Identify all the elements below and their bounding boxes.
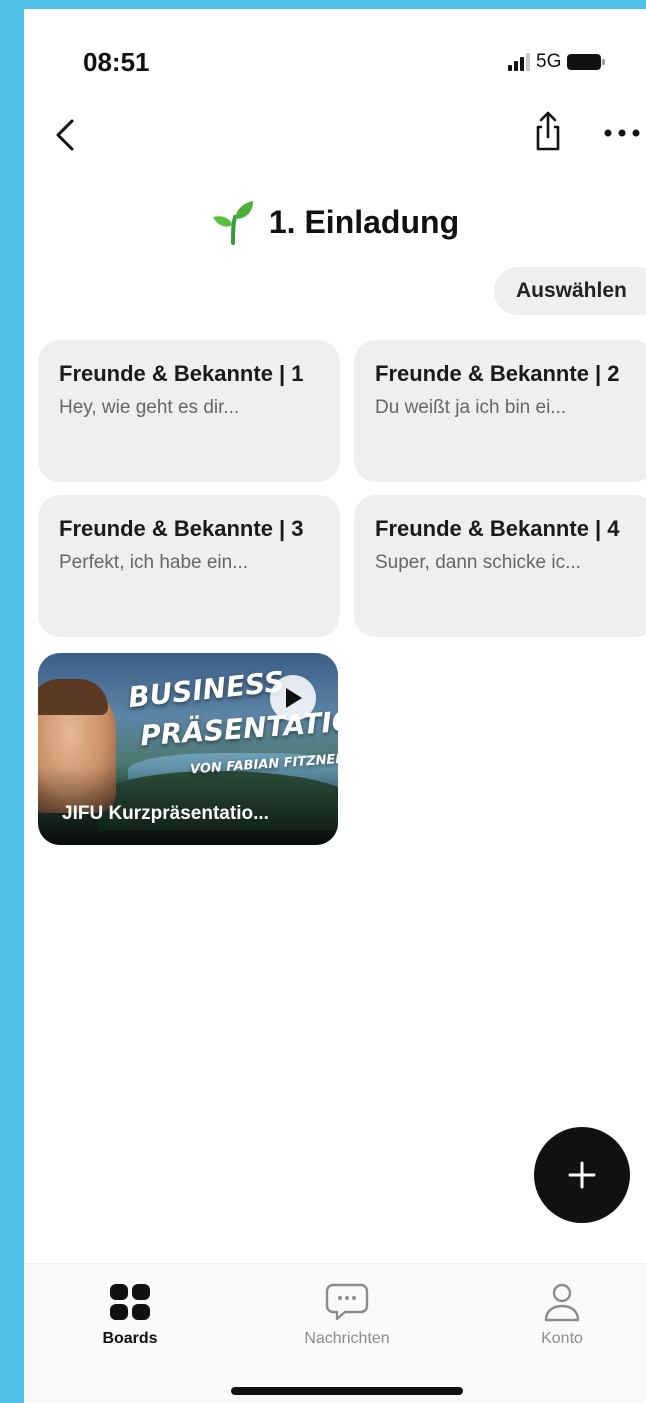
play-button[interactable]	[270, 675, 316, 721]
status-indicators: 5G	[508, 49, 606, 75]
back-button[interactable]	[50, 113, 86, 157]
thumbnail-text-line1: BUSINESS	[126, 664, 286, 715]
app-screen: 08:51 5G 1. Einladung Auswählen Freunde …	[24, 9, 646, 1403]
select-button[interactable]: Auswählen	[494, 267, 646, 315]
tab-messages-label: Nachrichten	[304, 1330, 390, 1347]
add-button[interactable]	[534, 1127, 630, 1223]
card-title: Freunde & Bekannte | 2	[375, 361, 620, 386]
card-preview: Super, dann schicke ic...	[375, 552, 581, 573]
board-card[interactable]: Freunde & Bekannte | 4 Super, dann schic…	[354, 495, 646, 637]
tab-boards[interactable]: Boards	[50, 1282, 210, 1348]
card-preview: Hey, wie geht es dir...	[59, 397, 240, 418]
person-icon	[544, 1283, 580, 1322]
share-icon	[536, 111, 560, 151]
tab-messages[interactable]: Nachrichten	[267, 1282, 427, 1348]
boards-icon	[110, 1284, 150, 1320]
more-button[interactable]	[602, 117, 642, 147]
network-label: 5G	[536, 51, 562, 72]
tab-boards-label: Boards	[102, 1330, 158, 1347]
page-title: 1. Einladung	[268, 203, 460, 240]
thumbnail-hair	[38, 679, 108, 715]
play-icon	[286, 688, 302, 708]
card-title: Freunde & Bekannte | 4	[375, 516, 620, 541]
battery-icon	[567, 54, 606, 70]
home-indicator[interactable]	[231, 1387, 463, 1395]
tab-account-label: Konto	[541, 1330, 583, 1347]
plus-icon	[568, 1161, 596, 1189]
signal-icon	[508, 53, 530, 71]
tab-bar: Boards Nachrichten Konto	[24, 1263, 646, 1403]
board-card[interactable]: Freunde & Bekannte | 1 Hey, wie geht es …	[38, 340, 340, 482]
chat-bubble-icon	[325, 1283, 369, 1321]
video-title: JIFU Kurzpräsentatio...	[62, 803, 269, 824]
share-button[interactable]	[532, 109, 564, 153]
card-title: Freunde & Bekannte | 1	[59, 361, 304, 386]
page-header: 1. Einladung	[24, 197, 646, 247]
tab-account[interactable]: Konto	[482, 1282, 642, 1348]
seedling-icon	[212, 201, 253, 245]
card-title: Freunde & Bekannte | 3	[59, 516, 304, 541]
board-card[interactable]: Freunde & Bekannte | 2 Du weißt ja ich b…	[354, 340, 646, 482]
status-time: 08:51	[83, 47, 150, 77]
chevron-left-icon	[56, 119, 74, 151]
more-dots-icon	[604, 129, 640, 137]
video-card[interactable]: BUSINESS PRÄSENTATION VON FABIAN FITZNER…	[38, 653, 338, 845]
card-preview: Perfekt, ich habe ein...	[59, 552, 249, 573]
card-preview: Du weißt ja ich bin ei...	[375, 397, 567, 418]
board-card[interactable]: Freunde & Bekannte | 3 Perfekt, ich habe…	[38, 495, 340, 637]
